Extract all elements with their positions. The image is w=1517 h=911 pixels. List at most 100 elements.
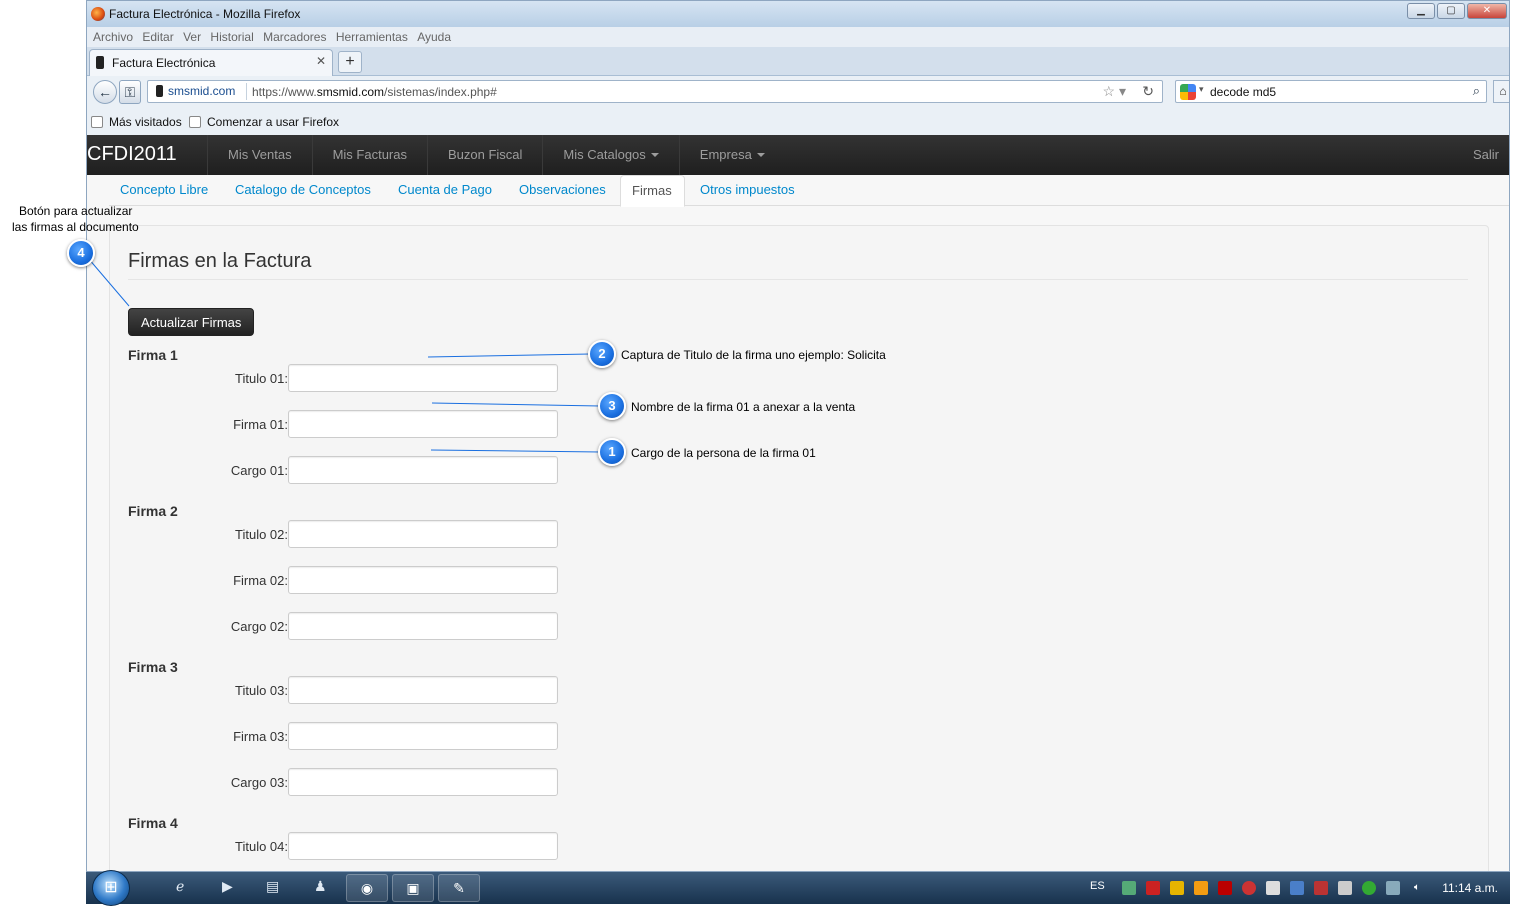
nav-mis-ventas[interactable]: Mis Ventas bbox=[207, 135, 312, 175]
menu-archivo[interactable]: Archivo bbox=[93, 30, 133, 44]
tray-flag-icon[interactable] bbox=[1266, 881, 1280, 895]
section-firma-1: Firma 1 bbox=[128, 347, 178, 363]
firma-02-input[interactable] bbox=[288, 566, 558, 594]
search-bar[interactable]: ▾ decode md5 ⌕ bbox=[1175, 80, 1487, 103]
titulo-01-input[interactable] bbox=[288, 364, 558, 392]
page-icon bbox=[189, 116, 201, 128]
app-icon[interactable]: ♟ bbox=[314, 878, 327, 895]
callout-4-text-line2: las firmas al documento bbox=[12, 220, 139, 234]
app-navbar: CFDI2011 Mis Ventas Mis Facturas Buzon F… bbox=[87, 135, 1509, 175]
folder-icon[interactable]: ▤ bbox=[266, 878, 279, 895]
tray-update-icon[interactable] bbox=[1242, 881, 1256, 895]
window-controls: ▁ ▢ ✕ bbox=[1407, 3, 1507, 19]
tab-catalogo-conceptos[interactable]: Catalogo de Conceptos bbox=[235, 175, 371, 206]
callout-2-text: Captura de Titulo de la firma uno ejempl… bbox=[621, 348, 886, 362]
google-logo-icon[interactable] bbox=[1180, 84, 1196, 100]
media-player-icon[interactable]: ▶ bbox=[222, 878, 233, 895]
tray-adobe-icon[interactable] bbox=[1146, 881, 1160, 895]
reload-icon[interactable]: ↻ bbox=[1142, 83, 1154, 100]
language-indicator[interactable]: ES bbox=[1090, 880, 1105, 892]
url-text[interactable]: https://www.smsmid.com/sistemas/index.ph… bbox=[252, 85, 497, 99]
nav-mis-facturas[interactable]: Mis Facturas bbox=[311, 135, 427, 175]
tab-otros-impuestos[interactable]: Otros impuestos bbox=[700, 175, 795, 206]
window-title: Factura Electrónica - Mozilla Firefox bbox=[109, 7, 301, 21]
taskbar-firefox-icon[interactable]: ◉ bbox=[346, 874, 388, 902]
tab-close-icon[interactable]: ✕ bbox=[316, 54, 326, 68]
clock[interactable]: 11:14 a.m. bbox=[1442, 881, 1498, 895]
menu-ayuda[interactable]: Ayuda bbox=[417, 30, 451, 44]
minimize-button[interactable]: ▁ bbox=[1407, 3, 1435, 19]
firma-03-input[interactable] bbox=[288, 722, 558, 750]
browser-tab[interactable]: Factura Electrónica ✕ bbox=[89, 49, 333, 76]
callout-3-text: Nombre de la firma 01 a anexar a la vent… bbox=[631, 400, 856, 414]
tray-app-icon[interactable] bbox=[1194, 881, 1208, 895]
windows-logo-icon[interactable]: ⊞ bbox=[92, 870, 130, 906]
firma-01-input[interactable] bbox=[288, 410, 558, 438]
menu-herramientas[interactable]: Herramientas bbox=[336, 30, 408, 44]
menu-marcadores[interactable]: Marcadores bbox=[263, 30, 326, 44]
section-firma-4: Firma 4 bbox=[128, 815, 178, 831]
label-titulo-03: Titulo 03: bbox=[235, 683, 288, 698]
callout-4-text-line1: Botón para actualizar bbox=[19, 204, 133, 218]
app-nav: Mis Ventas Mis Facturas Buzon Fiscal Mis… bbox=[207, 135, 785, 175]
logout-link[interactable]: Salir bbox=[1473, 147, 1499, 162]
site-favicon-icon bbox=[96, 56, 104, 69]
callout-2-badge: 2 bbox=[588, 340, 616, 368]
label-titulo-01: Titulo 01: bbox=[235, 371, 288, 386]
titulo-03-input[interactable] bbox=[288, 676, 558, 704]
titulo-04-input[interactable] bbox=[288, 832, 558, 860]
key-icon[interactable]: ⚿ bbox=[119, 80, 141, 104]
bookmark-folder-icon bbox=[91, 116, 103, 128]
bookmarks-toolbar: Más visitados Comenzar a usar Firefox bbox=[87, 107, 1509, 135]
tray-monitor-icon[interactable] bbox=[1290, 881, 1304, 895]
page-title: Firmas en la Factura bbox=[128, 250, 1468, 280]
tray-display-icon[interactable] bbox=[1386, 881, 1400, 895]
ie-icon[interactable]: ℯ bbox=[176, 878, 184, 895]
address-bar[interactable]: smsmid.com https://www.smsmid.com/sistem… bbox=[147, 80, 1163, 103]
menu-ver[interactable]: Ver bbox=[183, 30, 201, 44]
search-input[interactable]: decode md5 bbox=[1210, 85, 1276, 99]
tray-ati-icon[interactable] bbox=[1218, 881, 1232, 895]
chevron-down-icon[interactable]: ▾ bbox=[1199, 84, 1204, 95]
bookmark-getting-started[interactable]: Comenzar a usar Firefox bbox=[189, 115, 339, 129]
magnifier-icon[interactable]: ⌕ bbox=[1473, 83, 1480, 99]
menu-editar[interactable]: Editar bbox=[142, 30, 173, 44]
callout-1-badge: 1 bbox=[598, 438, 626, 466]
nav-buzon-fiscal[interactable]: Buzon Fiscal bbox=[427, 135, 542, 175]
nav-mis-catalogos[interactable]: Mis Catalogos bbox=[542, 135, 678, 175]
tray-mail-icon[interactable] bbox=[1170, 881, 1184, 895]
titulo-02-input[interactable] bbox=[288, 520, 558, 548]
app-brand[interactable]: CFDI2011 bbox=[87, 143, 177, 166]
tab-strip: Factura Electrónica ✕ + bbox=[87, 47, 1509, 76]
volume-icon[interactable]: 🔈︎ bbox=[1410, 881, 1424, 895]
tab-cuenta-pago[interactable]: Cuenta de Pago bbox=[398, 175, 492, 206]
tab-firmas[interactable]: Firmas bbox=[620, 175, 685, 207]
tray-hand-icon[interactable] bbox=[1338, 881, 1352, 895]
site-identity[interactable]: smsmid.com bbox=[156, 84, 235, 99]
home-icon[interactable]: ⌂ bbox=[1493, 80, 1509, 103]
close-button[interactable]: ✕ bbox=[1467, 3, 1507, 19]
callout-3-badge: 3 bbox=[598, 392, 626, 420]
tray-network-icon[interactable] bbox=[1122, 881, 1136, 895]
title-bar: Factura Electrónica - Mozilla Firefox ▁ … bbox=[87, 1, 1509, 27]
callout-4-badge: 4 bbox=[67, 239, 95, 267]
new-tab-button[interactable]: + bbox=[338, 51, 362, 73]
cargo-02-input[interactable] bbox=[288, 612, 558, 640]
bookmark-most-visited[interactable]: Más visitados bbox=[91, 115, 182, 129]
tab-concepto-libre[interactable]: Concepto Libre bbox=[120, 175, 208, 206]
cargo-01-input[interactable] bbox=[288, 456, 558, 484]
windows-taskbar: ⊞ ℯ ▶ ▤ ♟ ◉ ▣ ✎ ES 🔈︎ 11:14 a.m. bbox=[86, 870, 1510, 906]
tray-chrome-icon[interactable] bbox=[1362, 881, 1376, 895]
update-signatures-button[interactable]: Actualizar Firmas bbox=[128, 308, 255, 336]
nav-empresa[interactable]: Empresa bbox=[678, 135, 785, 175]
label-cargo-03: Cargo 03: bbox=[230, 775, 288, 790]
menu-historial[interactable]: Historial bbox=[210, 30, 253, 44]
cargo-03-input[interactable] bbox=[288, 768, 558, 796]
taskbar-app-icon[interactable]: ▣ bbox=[392, 874, 434, 902]
star-icon[interactable]: ☆ ▾ bbox=[1103, 83, 1126, 100]
maximize-button[interactable]: ▢ bbox=[1437, 3, 1465, 19]
back-arrow-icon[interactable]: ← bbox=[93, 80, 117, 104]
tray-shield-icon[interactable] bbox=[1314, 881, 1328, 895]
tab-observaciones[interactable]: Observaciones bbox=[519, 175, 606, 206]
taskbar-notepad-icon[interactable]: ✎ bbox=[438, 874, 480, 902]
